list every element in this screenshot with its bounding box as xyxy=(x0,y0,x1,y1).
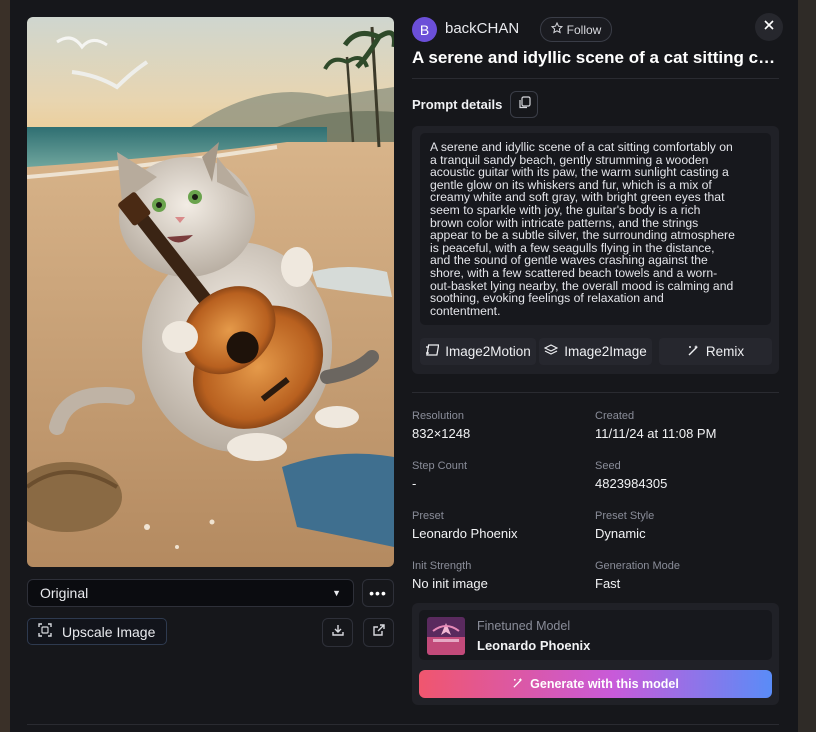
prompt-line: A serene and idyllic scene of a cat sitt… xyxy=(430,140,733,154)
created-value: 11/11/24 at 11:08 PM xyxy=(595,426,717,441)
preset-value: Leonardo Phoenix xyxy=(412,526,518,541)
remix-label: Remix xyxy=(705,344,745,359)
image-title: A serene and idyllic scene of a cat sitt… xyxy=(412,48,782,67)
image2image-label: Image2Image xyxy=(564,344,647,359)
generation-mode-value: Fast xyxy=(595,576,621,591)
generate-with-model-button[interactable]: Generate with this model xyxy=(419,670,772,698)
finetuned-model-label: Finetuned Model xyxy=(477,619,571,633)
layers-icon xyxy=(543,343,559,360)
created-label: Created xyxy=(595,410,635,422)
more-horizontal-icon: ••• xyxy=(369,585,387,601)
author-avatar[interactable]: B xyxy=(412,17,437,42)
generated-image xyxy=(27,17,394,567)
step-count-label: Step Count xyxy=(412,460,468,472)
close-icon xyxy=(763,18,775,36)
resolution-label: Resolution xyxy=(412,410,464,422)
resolution-value: 832×1248 xyxy=(412,426,471,441)
star-icon xyxy=(550,21,563,37)
copy-icon xyxy=(518,95,531,114)
more-options-button[interactable]: ••• xyxy=(362,579,394,607)
divider xyxy=(412,78,779,79)
finetuned-model-name: Leonardo Phoenix xyxy=(477,638,591,653)
upscale-label: Upscale Image xyxy=(62,623,156,640)
avatar-letter: B xyxy=(419,21,430,38)
preset-style-value: Dynamic xyxy=(595,526,646,541)
caret-down-icon: ▼ xyxy=(332,588,341,598)
magic-wand-icon xyxy=(687,344,700,360)
close-button[interactable] xyxy=(755,13,783,41)
seed-value: 4823984305 xyxy=(595,476,668,491)
model-info[interactable]: Finetuned Model Leonardo Phoenix xyxy=(419,610,772,660)
preset-label: Preset xyxy=(412,510,444,522)
open-in-new-button[interactable] xyxy=(363,618,394,647)
variant-select[interactable]: Original ▼ xyxy=(27,579,354,607)
divider xyxy=(27,724,779,725)
prompt-text: A serene and idyllic scene of a cat sitt… xyxy=(420,133,771,325)
upscale-image-button[interactable]: Upscale Image xyxy=(27,618,167,645)
divider xyxy=(412,392,779,393)
external-link-icon xyxy=(372,623,386,642)
step-count-value: - xyxy=(412,476,417,491)
download-button[interactable] xyxy=(322,618,353,647)
prompt-line: contentment. xyxy=(430,303,501,318)
prompt-card: A serene and idyllic scene of a cat sitt… xyxy=(412,126,779,374)
prompt-line: seem to sparkle with joy, the guitar's b… xyxy=(430,202,701,217)
variant-select-value: Original xyxy=(40,585,89,601)
image2motion-button[interactable]: Image2Motion xyxy=(420,338,536,365)
follow-label: Follow xyxy=(566,22,602,37)
image-detail-modal: Original ▼ ••• Upscale Image B backCHAN … xyxy=(10,0,798,732)
init-strength-value: No init image xyxy=(412,576,488,591)
download-icon xyxy=(331,623,345,642)
author-name[interactable]: backCHAN xyxy=(445,20,519,37)
model-thumbnail xyxy=(427,617,465,655)
prompt-line: shore, with a few scattered beach towels… xyxy=(430,265,718,280)
prompt-line: appear to be a subtle silver, the surrou… xyxy=(430,228,735,243)
prompt-line: acoustic guitar with its paw, the warm s… xyxy=(430,165,729,180)
motion-icon xyxy=(425,343,440,360)
copy-prompt-button[interactable] xyxy=(510,91,538,118)
init-strength-label: Init Strength xyxy=(412,560,472,572)
preset-style-label: Preset Style xyxy=(595,510,655,522)
remix-button[interactable]: Remix xyxy=(659,338,772,365)
seed-label: Seed xyxy=(595,460,621,472)
model-card: Finetuned Model Leonardo Phoenix Generat… xyxy=(412,603,779,705)
prompt-line: soothing, evoking feelings of relaxation… xyxy=(430,291,664,306)
magic-wand-icon xyxy=(512,677,524,692)
backdrop xyxy=(0,0,10,732)
image2image-button[interactable]: Image2Image xyxy=(539,338,652,365)
generate-label: Generate with this model xyxy=(530,677,679,691)
follow-button[interactable]: Follow xyxy=(540,17,612,42)
image2motion-label: Image2Motion xyxy=(445,344,531,359)
prompt-details-label: Prompt details xyxy=(412,97,503,112)
backdrop-right xyxy=(798,0,816,732)
upscale-icon xyxy=(38,623,52,640)
generation-mode-label: Generation Mode xyxy=(595,560,680,572)
